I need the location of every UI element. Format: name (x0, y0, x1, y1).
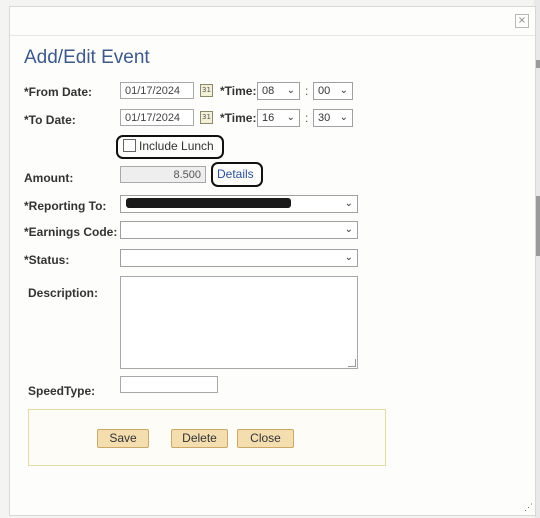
amount-label: Amount: (24, 171, 74, 185)
chevron-down-icon: ⌄ (344, 224, 353, 235)
save-button[interactable]: Save (97, 429, 149, 448)
from-minute-value: 00 (318, 85, 331, 97)
chevron-down-icon: ⌄ (339, 112, 348, 123)
to-hour-value: 16 (262, 112, 275, 124)
from-hour-select[interactable]: 08 ⌄ (257, 82, 300, 100)
reporting-to-label: *Reporting To: (24, 199, 107, 213)
dialog-resize-grip-icon[interactable]: ⋰ (524, 502, 533, 513)
time-separator: : (305, 84, 309, 98)
close-button[interactable]: Close (237, 429, 294, 448)
add-edit-event-dialog: × Add/Edit Event *From Date: 01/17/2024 … (9, 6, 536, 516)
include-lunch-checkbox[interactable]: Include Lunch (123, 139, 214, 153)
earnings-code-label: *Earnings Code: (24, 225, 118, 239)
from-date-label: *From Date: (24, 85, 93, 99)
to-date-calendar-icon[interactable]: 31 (200, 111, 213, 124)
close-icon[interactable]: × (515, 14, 529, 28)
details-link[interactable]: Details (217, 167, 254, 181)
chevron-down-icon: ⌄ (286, 112, 295, 123)
speedtype-label: SpeedType: (28, 384, 96, 398)
from-date-input[interactable]: 01/17/2024 (120, 82, 194, 99)
time-separator: : (305, 111, 309, 125)
from-date-calendar-icon[interactable]: 31 (200, 84, 213, 97)
dialog-title: Add/Edit Event (24, 47, 150, 68)
description-wrapper (120, 276, 358, 369)
to-minute-select[interactable]: 30 ⌄ (313, 109, 353, 127)
chevron-down-icon: ⌄ (344, 252, 353, 263)
from-minute-select[interactable]: 00 ⌄ (313, 82, 353, 100)
from-hour-value: 08 (262, 85, 275, 97)
resize-handle-icon[interactable] (348, 359, 356, 367)
dialog-titlebar (10, 7, 535, 36)
description-textarea[interactable] (120, 276, 358, 369)
to-date-label: *To Date: (24, 113, 76, 127)
checkbox-icon[interactable] (123, 139, 136, 152)
to-hour-select[interactable]: 16 ⌄ (257, 109, 300, 127)
chevron-down-icon: ⌄ (344, 198, 353, 209)
redaction-mark (126, 198, 291, 208)
earnings-code-select[interactable]: ⌄ (120, 221, 358, 239)
chevron-down-icon: ⌄ (286, 85, 295, 96)
include-lunch-label: Include Lunch (139, 139, 214, 153)
to-time-label: *Time: (220, 111, 257, 125)
amount-value: 8.500 (120, 166, 206, 183)
status-select[interactable]: ⌄ (120, 249, 358, 267)
speedtype-input[interactable] (120, 376, 218, 393)
delete-button[interactable]: Delete (171, 429, 228, 448)
to-minute-value: 30 (318, 112, 331, 124)
to-date-input[interactable]: 01/17/2024 (120, 109, 194, 126)
from-time-label: *Time: (220, 84, 257, 98)
description-label: Description: (28, 286, 99, 300)
status-label: *Status: (24, 253, 70, 267)
chevron-down-icon: ⌄ (339, 85, 348, 96)
